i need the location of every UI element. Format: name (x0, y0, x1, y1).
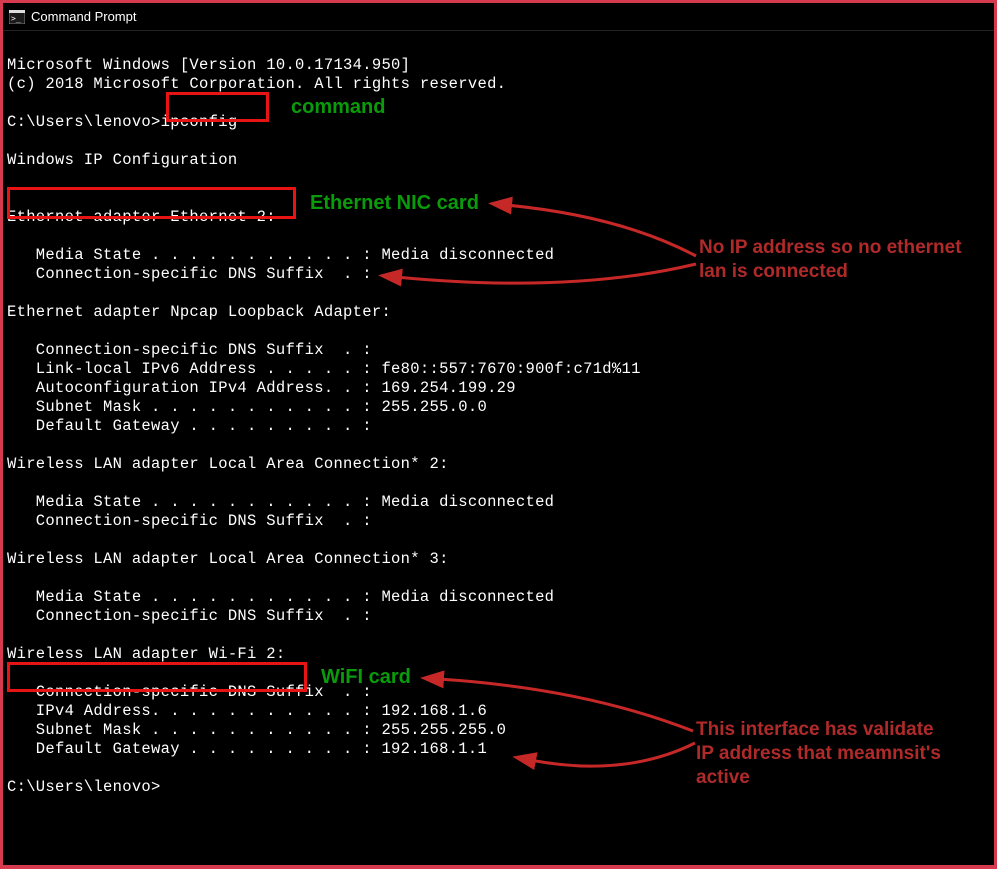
annotation-no-ip: No IP address so no ethernet lan is conn… (699, 236, 969, 284)
media-state: Media State . . . . . . . . . . . : Medi… (7, 588, 554, 606)
ipv6-address: Link-local IPv6 Address . . . . . : fe80… (7, 360, 641, 378)
annotation-valid-ip: This interface has validate IP address t… (696, 718, 956, 790)
cmd-icon: >_ (9, 9, 25, 25)
dns-suffix: Connection-specific DNS Suffix . : (7, 607, 372, 625)
adapter-wlan3: Wireless LAN adapter Local Area Connecti… (7, 550, 449, 568)
copyright-line: (c) 2018 Microsoft Corporation. All righ… (7, 75, 506, 93)
annotation-command: command (291, 95, 385, 119)
svg-text:>_: >_ (11, 14, 21, 23)
dns-suffix: Connection-specific DNS Suffix . : (7, 683, 372, 701)
dns-suffix: Connection-specific DNS Suffix . : (7, 265, 372, 283)
ipconfig-heading: Windows IP Configuration (7, 151, 237, 169)
adapter-ethernet2: Ethernet adapter Ethernet 2: (7, 208, 276, 226)
ipv4-address: IPv4 Address. . . . . . . . . . . : 192.… (7, 702, 487, 720)
prompt: C:\Users\lenovo> (7, 113, 161, 131)
dns-suffix: Connection-specific DNS Suffix . : (7, 512, 372, 530)
prompt: C:\Users\lenovo> (7, 778, 161, 796)
media-state: Media State . . . . . . . . . . . : Medi… (7, 246, 554, 264)
annotation-wifi-card: WiFI card (321, 665, 411, 689)
default-gateway: Default Gateway . . . . . . . . . : (7, 417, 372, 435)
subnet-mask: Subnet Mask . . . . . . . . . . . : 255.… (7, 721, 506, 739)
command-text: ipconfig (161, 113, 238, 131)
ipv4-autoconfig: Autoconfiguration IPv4 Address. . : 169.… (7, 379, 516, 397)
subnet-mask: Subnet Mask . . . . . . . . . . . : 255.… (7, 398, 487, 416)
dns-suffix: Connection-specific DNS Suffix . : (7, 341, 372, 359)
adapter-npcap: Ethernet adapter Npcap Loopback Adapter: (7, 303, 391, 321)
window-title: Command Prompt (31, 9, 136, 24)
default-gateway: Default Gateway . . . . . . . . . : 192.… (7, 740, 487, 758)
command-prompt-window: >_ Command Prompt Microsoft Windows [Ver… (0, 0, 997, 869)
media-state: Media State . . . . . . . . . . . : Medi… (7, 493, 554, 511)
annotation-ethernet-nic: Ethernet NIC card (310, 191, 479, 215)
adapter-wifi2: Wireless LAN adapter Wi-Fi 2: (7, 645, 285, 663)
version-line: Microsoft Windows [Version 10.0.17134.95… (7, 56, 410, 74)
adapter-wlan2: Wireless LAN adapter Local Area Connecti… (7, 455, 449, 473)
terminal-output[interactable]: Microsoft Windows [Version 10.0.17134.95… (3, 31, 994, 803)
titlebar[interactable]: >_ Command Prompt (3, 3, 994, 31)
